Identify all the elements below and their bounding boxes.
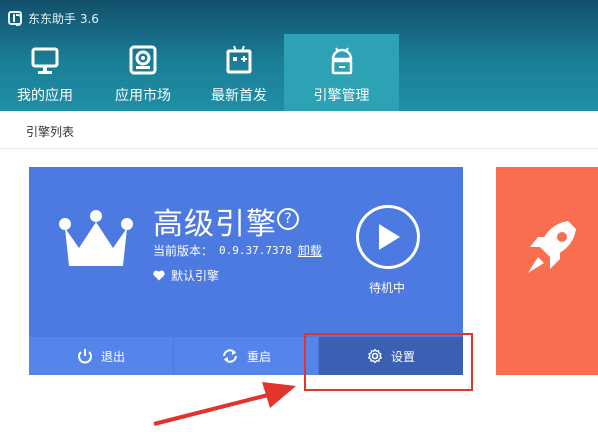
pointer-arrow <box>153 382 296 426</box>
crown-icon <box>59 210 133 266</box>
nav-item-engine-management[interactable]: 引擎管理 <box>284 34 399 111</box>
settings-label: 设置 <box>390 349 415 364</box>
monitor-icon <box>31 47 59 74</box>
engine-actions: 退出 重启 设置 <box>29 337 463 375</box>
engine-list-title: 引擎列表 <box>26 125 75 139</box>
version-number: 0.9.37.7378 <box>219 244 292 257</box>
engine-title: 高级引擎 <box>153 207 277 242</box>
nav-label: 最新首发 <box>211 88 267 104</box>
help-icon[interactable]: ? <box>277 208 299 230</box>
app-window: 东东助手 3.6 我的应用 应用市场 最新首发 引擎管理 引擎列表 高级引擎 ?… <box>0 0 598 442</box>
heart-icon <box>153 270 165 281</box>
rocket-icon <box>528 221 576 273</box>
settings-button[interactable]: 设置 <box>319 337 463 375</box>
version-label: 当前版本： <box>153 244 214 258</box>
play-icon <box>379 224 400 250</box>
main-nav: 我的应用 应用市场 最新首发 引擎管理 <box>0 34 399 111</box>
version-row: 当前版本： 0.9.37.7378 卸载 <box>153 242 322 259</box>
exit-button[interactable]: 退出 <box>29 337 174 375</box>
engine-list-bar: 引擎列表 <box>0 111 598 149</box>
power-icon <box>78 349 92 364</box>
nav-item-app-market[interactable]: 应用市场 <box>98 34 188 111</box>
refresh-icon <box>222 349 237 363</box>
robot-box-icon <box>226 45 252 74</box>
restart-label: 重启 <box>246 349 271 364</box>
default-engine-row: 默认引擎 <box>153 267 219 284</box>
engine-card: 高级引擎 ? 当前版本： 0.9.37.7378 卸载 默认引擎 待机中 退出 … <box>29 167 463 375</box>
title-bar: 东东助手 3.6 <box>8 8 99 28</box>
start-engine-button[interactable] <box>356 205 420 269</box>
default-engine-label: 默认引擎 <box>171 269 220 283</box>
uninstall-link[interactable]: 卸载 <box>298 242 322 259</box>
engine-card-body: 高级引擎 ? 当前版本： 0.9.37.7378 卸载 默认引擎 待机中 <box>29 167 463 337</box>
exit-label: 退出 <box>100 349 125 364</box>
nav-label: 我的应用 <box>17 88 73 104</box>
nav-label: 引擎管理 <box>313 88 370 104</box>
header: 东东助手 3.6 我的应用 应用市场 最新首发 引擎管理 <box>0 0 598 111</box>
gear-icon <box>368 348 382 364</box>
nav-item-new-releases[interactable]: 最新首发 <box>194 34 284 111</box>
second-engine-card <box>496 167 598 375</box>
nav-item-my-apps[interactable]: 我的应用 <box>0 34 90 111</box>
restart-button[interactable]: 重启 <box>174 337 319 375</box>
engine-status: 待机中 <box>369 281 406 295</box>
store-icon <box>129 45 157 75</box>
app-logo-icon <box>8 11 22 26</box>
nav-label: 应用市场 <box>115 88 171 104</box>
android-icon <box>331 47 352 75</box>
app-title: 东东助手 3.6 <box>28 11 99 26</box>
